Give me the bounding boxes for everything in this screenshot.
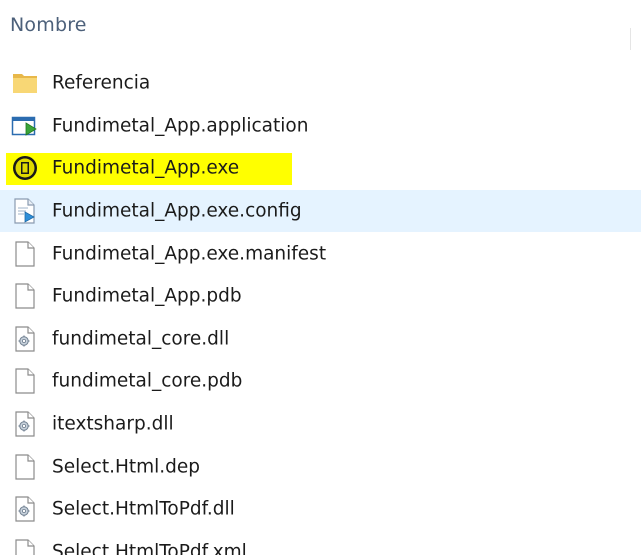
file-name: fundimetal_core.dll xyxy=(52,328,230,350)
file-row[interactable]: Fundimetal_App.exe xyxy=(0,147,641,190)
file-row[interactable]: Select.HtmlToPdf.dll xyxy=(0,488,641,531)
dll-icon xyxy=(11,495,39,523)
file-icon xyxy=(11,538,39,555)
file-name: Fundimetal_App.exe xyxy=(52,157,240,179)
file-name: Select.HtmlToPdf.xml xyxy=(52,541,247,555)
file-row[interactable]: Fundimetal_App.exe.manifest xyxy=(0,232,641,275)
file-row[interactable]: Fundimetal_App.exe.config xyxy=(0,189,641,233)
file-name: Fundimetal_App.exe.manifest xyxy=(52,243,327,265)
column-header-name[interactable]: Nombre xyxy=(10,14,87,36)
folder-icon xyxy=(11,69,39,97)
file-icon xyxy=(11,453,39,481)
exe-icon xyxy=(11,154,39,182)
config-file-icon xyxy=(11,197,39,225)
file-icon xyxy=(11,367,39,395)
file-name: Select.HtmlToPdf.dll xyxy=(52,498,235,520)
file-row[interactable]: itextsharp.dll xyxy=(0,403,641,446)
file-icon xyxy=(11,240,39,268)
file-name: Referencia xyxy=(52,72,151,94)
file-explorer: Nombre Referencia Fundimetal_App.applica… xyxy=(0,0,641,555)
dll-icon xyxy=(11,410,39,438)
file-name: Fundimetal_App.exe.config xyxy=(52,200,302,222)
file-row[interactable]: Select.Html.dep xyxy=(0,445,641,488)
file-row[interactable]: fundimetal_core.pdb xyxy=(0,360,641,403)
file-name: Fundimetal_App.pdb xyxy=(52,285,242,307)
file-row[interactable]: Select.HtmlToPdf.xml xyxy=(0,531,641,555)
file-list: Referencia Fundimetal_App.application Fu… xyxy=(0,62,641,555)
file-name: Fundimetal_App.application xyxy=(52,115,309,137)
dll-icon xyxy=(11,325,39,353)
column-divider[interactable] xyxy=(630,28,631,50)
file-row[interactable]: Fundimetal_App.pdb xyxy=(0,275,641,318)
file-row[interactable]: Fundimetal_App.application xyxy=(0,105,641,148)
file-name: Select.Html.dep xyxy=(52,456,201,478)
file-row[interactable]: Referencia xyxy=(0,62,641,105)
application-manifest-icon xyxy=(11,112,39,140)
file-row[interactable]: fundimetal_core.dll xyxy=(0,318,641,361)
file-name: fundimetal_core.pdb xyxy=(52,370,243,392)
file-icon xyxy=(11,282,39,310)
file-name: itextsharp.dll xyxy=(52,413,174,435)
column-header-bar: Nombre xyxy=(0,0,641,50)
